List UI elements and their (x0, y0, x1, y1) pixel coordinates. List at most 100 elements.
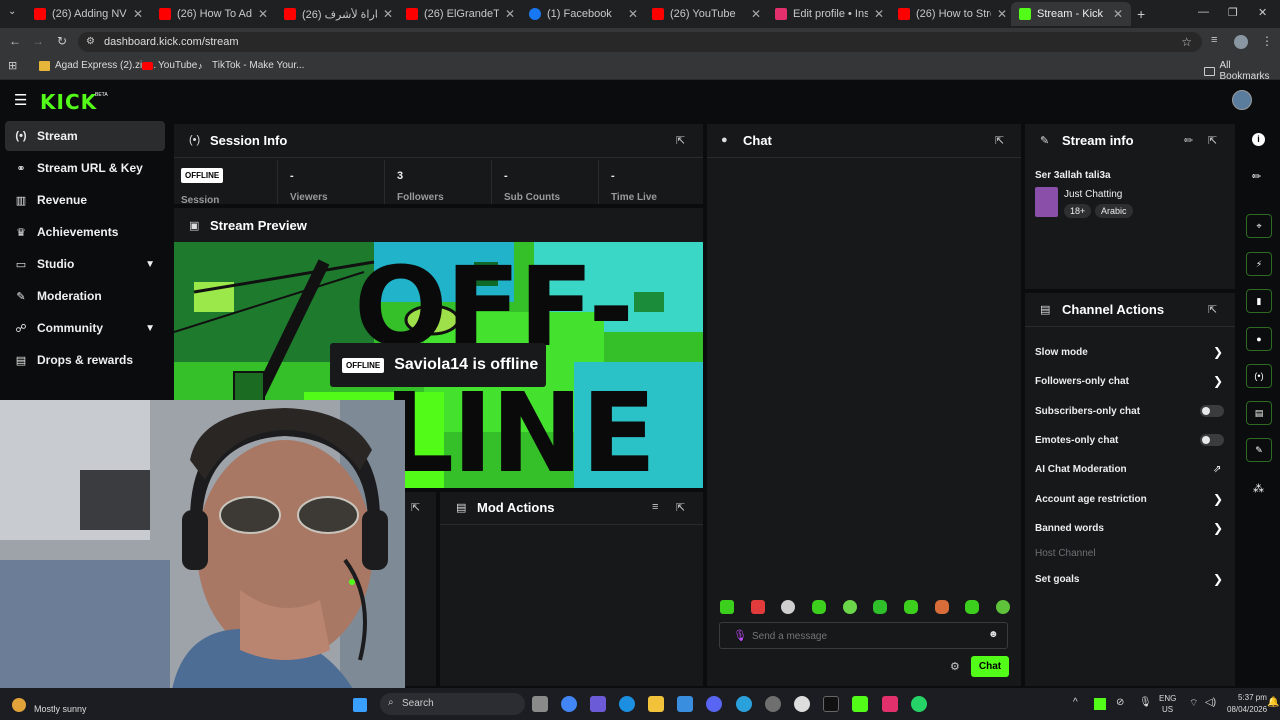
bookmark-star-icon[interactable]: ☆ (1181, 32, 1192, 52)
chevron-right-icon[interactable]: ❯ (1213, 521, 1223, 535)
slow-mode-action[interactable]: Slow mode (1035, 347, 1088, 358)
emote-icon[interactable] (965, 600, 980, 614)
popout-icon[interactable]: ⇱ (676, 134, 685, 147)
sidebar-item-community[interactable]: ☍ Community ▼ (5, 313, 165, 343)
close-tab-icon[interactable]: ✕ (751, 7, 761, 21)
close-tab-icon[interactable]: ✕ (258, 7, 268, 21)
account-age-action[interactable]: Account age restriction (1035, 494, 1147, 505)
microphone-icon[interactable]: 🎙 (733, 629, 747, 642)
emoji-icon[interactable]: ☻ (988, 629, 999, 640)
emote-icon[interactable] (750, 600, 765, 614)
info-icon[interactable]: i (1252, 133, 1265, 146)
telegram-icon[interactable] (736, 696, 752, 712)
tray-chevron-up-icon[interactable]: ^ (1073, 697, 1078, 708)
kick-logo[interactable]: KICK (40, 90, 97, 114)
rail-button-wrench[interactable]: ✎ (1246, 438, 1272, 462)
chat-settings-gear-icon[interactable]: ⚙ (950, 660, 960, 673)
browser-tab[interactable]: (26) How to Stream t✕ (890, 2, 1015, 26)
chrome-icon[interactable] (561, 696, 577, 712)
set-goals-action[interactable]: Set goals (1035, 574, 1079, 585)
external-link-icon[interactable]: ⇗ (1213, 464, 1221, 475)
banned-words-action[interactable]: Banned words (1035, 523, 1104, 534)
sidebar-item-drops-rewards[interactable]: ▤ Drops & rewards (5, 345, 165, 375)
bookmark-item[interactable]: ♪ TikTok - Make Your... (198, 60, 304, 71)
sidebar-item-studio[interactable]: ▭ Studio ▼ (5, 249, 165, 279)
sidebar-item-stream[interactable]: (•) Stream (5, 121, 165, 151)
app-icon[interactable] (765, 696, 781, 712)
more-menu-icon[interactable]: ⋮ (1261, 34, 1273, 48)
chat-input[interactable]: 🎙 ☻ (719, 622, 1008, 649)
close-window-icon[interactable]: ✕ (1258, 6, 1267, 19)
chevron-right-icon[interactable]: ❯ (1213, 492, 1223, 506)
emote-icon[interactable] (873, 600, 888, 614)
volume-icon[interactable]: ◁) (1205, 697, 1216, 708)
subscribers-only-toggle[interactable] (1200, 405, 1224, 417)
hamburger-menu-icon[interactable]: ☰ (14, 91, 27, 109)
media-controls-icon[interactable]: ≡ (1211, 34, 1217, 46)
all-bookmarks[interactable]: All Bookmarks (1204, 60, 1280, 82)
discord-icon[interactable] (706, 696, 722, 712)
forward-icon[interactable]: → (32, 34, 44, 48)
kick-tray-icon[interactable] (1094, 698, 1106, 710)
edit-pencil-icon[interactable]: ✏ (1184, 134, 1193, 147)
close-tab-icon[interactable]: ✕ (383, 7, 393, 21)
instagram-icon[interactable] (882, 696, 898, 712)
chat-message-field[interactable] (752, 628, 972, 644)
tab-search-icon[interactable]: ⌄ (8, 6, 16, 17)
browser-tab[interactable]: (26) ElGrandeToto - S✕ (398, 2, 523, 26)
edit-layout-icon[interactable]: ✏ (1252, 170, 1261, 183)
site-info-icon[interactable]: ⚙ (86, 32, 95, 52)
chevron-right-icon[interactable]: ❯ (1213, 572, 1223, 586)
tiktok-icon[interactable] (823, 696, 839, 712)
popout-icon[interactable]: ⇱ (995, 134, 1004, 147)
chatgpt-icon[interactable] (794, 696, 810, 712)
wifi-icon[interactable]: ⌔ (1189, 697, 1198, 710)
browser-tab[interactable]: (26) How To Add Kris✕ (151, 2, 276, 26)
popout-icon[interactable]: ⇱ (676, 501, 685, 514)
chat-send-button[interactable]: Chat (971, 656, 1009, 677)
chevron-down-icon[interactable]: ▼ (145, 259, 155, 270)
rail-button-lightning[interactable]: ⚡ (1246, 252, 1272, 276)
region-label[interactable]: US (1162, 705, 1173, 714)
chevron-down-icon[interactable]: ▼ (145, 323, 155, 334)
rail-button-chat[interactable]: ● (1246, 327, 1272, 351)
emote-icon[interactable] (781, 600, 796, 614)
bookmark-item[interactable]: YouTube (142, 60, 197, 71)
profile-avatar[interactable] (1234, 35, 1248, 49)
task-view-icon[interactable] (532, 696, 548, 712)
restore-icon[interactable]: ❐ (1228, 6, 1238, 19)
minimize-icon[interactable]: — (1198, 6, 1209, 18)
ai-chat-moderation-action[interactable]: AI Chat Moderation (1035, 464, 1127, 475)
close-tab-icon[interactable]: ✕ (133, 7, 143, 21)
browser-tab[interactable]: (26) Adding NVIDIA B✕ (26, 2, 151, 26)
weather-text[interactable]: Mostly sunny (34, 704, 87, 714)
rail-button-scan[interactable]: ⌖ (1246, 214, 1272, 238)
followers-only-action[interactable]: Followers-only chat (1035, 376, 1129, 387)
tray-app-icon[interactable]: ⊘ (1116, 697, 1124, 708)
clock-time[interactable]: 5:37 pm (1238, 693, 1267, 702)
chevron-right-icon[interactable]: ❯ (1213, 374, 1223, 388)
new-tab-icon[interactable]: + (1137, 6, 1145, 22)
popout-icon[interactable]: ⇱ (1208, 303, 1217, 316)
close-tab-icon[interactable]: ✕ (628, 7, 638, 21)
emote-icon[interactable] (720, 600, 734, 614)
emotes-only-toggle[interactable] (1200, 434, 1224, 446)
chevron-right-icon[interactable]: ❯ (1213, 345, 1223, 359)
apps-grid-icon[interactable]: ⊞ (8, 59, 17, 72)
filter-icon[interactable]: ≡ (652, 501, 658, 513)
browser-tab-active[interactable]: Stream - Kick Dashbo✕ (1011, 2, 1131, 26)
clock-date[interactable]: 08/04/2026 (1227, 705, 1267, 714)
community-dots-icon[interactable]: ⁂ (1253, 482, 1264, 495)
whatsapp-icon[interactable] (911, 696, 927, 712)
emote-icon[interactable] (934, 600, 949, 614)
popout-icon[interactable]: ⇱ (1208, 134, 1217, 147)
sidebar-item-achievements[interactable]: ♛ Achievements (5, 217, 165, 247)
url-bar[interactable]: ⚙ dashboard.kick.com/stream ☆ (78, 32, 1202, 52)
rail-button-broadcast[interactable]: (•) (1246, 364, 1272, 388)
close-tab-icon[interactable]: ✕ (1113, 7, 1123, 21)
emote-icon[interactable] (995, 600, 1010, 614)
close-tab-icon[interactable]: ✕ (874, 7, 884, 21)
microphone-tray-icon[interactable]: 🎙 (1139, 697, 1152, 708)
emote-icon[interactable] (842, 600, 857, 614)
windows-start-icon[interactable] (353, 698, 367, 712)
